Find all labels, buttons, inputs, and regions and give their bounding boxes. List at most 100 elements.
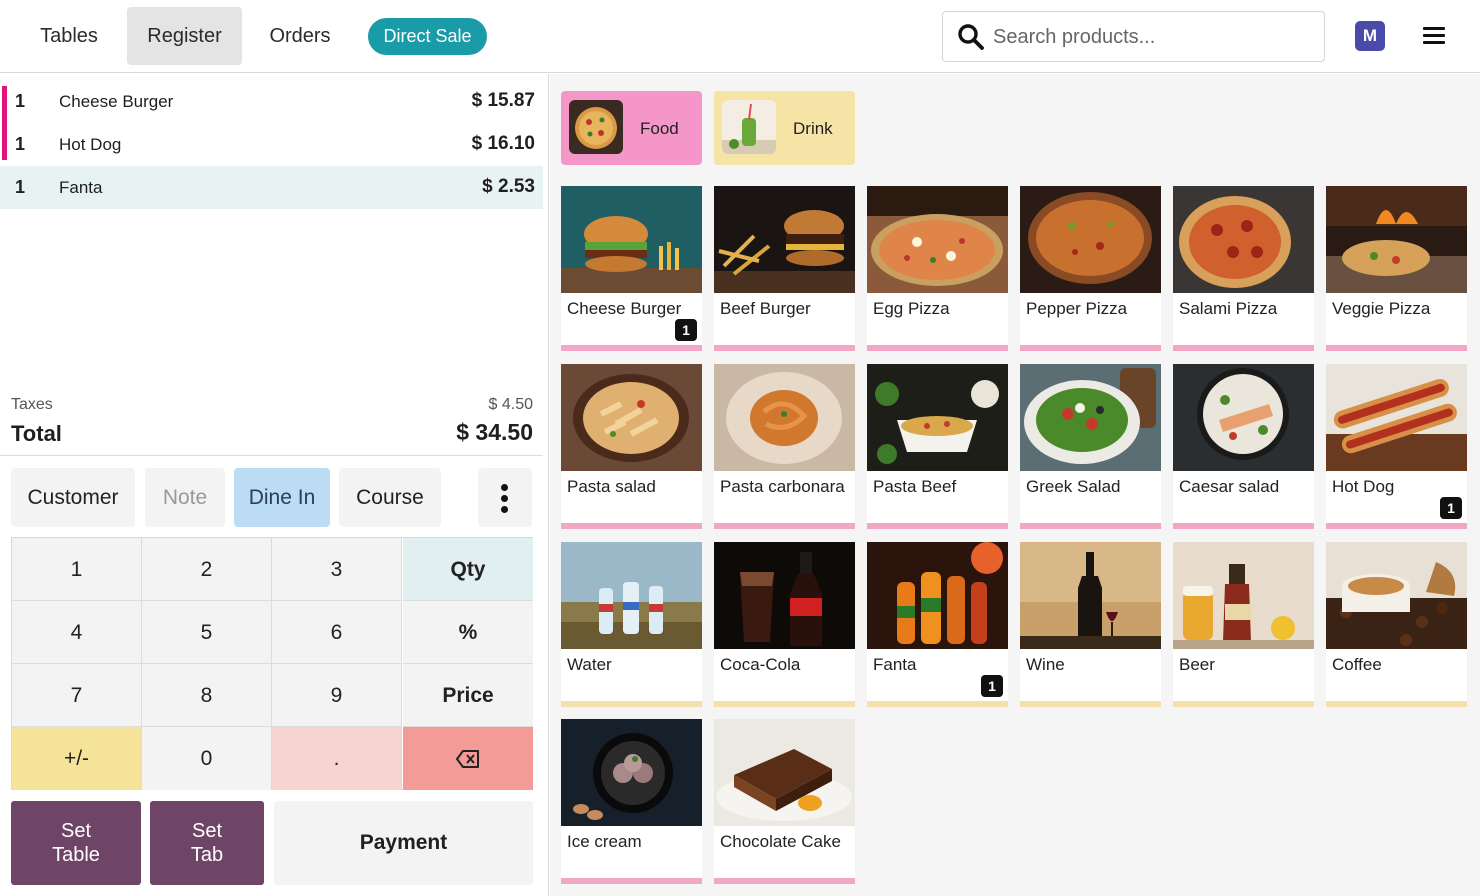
set-table-button[interactable]: Set Table [11, 801, 141, 885]
key-4[interactable]: 4 [12, 601, 142, 664]
key-2[interactable]: 2 [142, 538, 272, 601]
quantity-badge: 1 [675, 319, 697, 341]
product-card[interactable]: Salami Pizza [1173, 186, 1314, 351]
category-label: Food [640, 119, 679, 138]
key-9[interactable]: 9 [272, 664, 402, 727]
key-3[interactable]: 3 [272, 538, 402, 601]
search-box[interactable] [942, 11, 1325, 62]
dine-in-button[interactable]: Dine In [234, 468, 330, 527]
product-name: Beef Burger [720, 299, 811, 318]
taxes-value: $ 4.50 [488, 396, 533, 413]
course-button[interactable]: Course [339, 468, 441, 527]
decimal-key[interactable]: . [272, 727, 402, 790]
product-name: Egg Pizza [873, 299, 950, 318]
tab-tables[interactable]: Tables [26, 7, 112, 65]
order-line-qty: 1 [15, 134, 26, 154]
set-tab-label-2: Tab [190, 844, 224, 866]
product-card[interactable]: Beer [1173, 542, 1314, 707]
product-image [561, 719, 702, 826]
product-card[interactable]: Beef Burger [714, 186, 855, 351]
product-card[interactable]: Coca-Cola [714, 542, 855, 707]
product-card[interactable]: Cheese Burger 1 [561, 186, 702, 351]
backspace-button[interactable] [403, 727, 533, 790]
menu-icon[interactable] [1423, 27, 1445, 45]
order-line[interactable]: 1 Cheese Burger $ 15.87 [0, 80, 543, 123]
category-food[interactable]: Food [561, 91, 702, 165]
product-name: Caesar salad [1179, 477, 1280, 496]
key-1[interactable]: 1 [12, 538, 142, 601]
product-card[interactable]: Fanta 1 [867, 542, 1008, 707]
order-panel: 1 Cheese Burger $ 15.87 1 Hot Dog $ 16.1… [0, 74, 549, 896]
product-image [1173, 364, 1314, 471]
divider [0, 455, 543, 456]
product-name: Veggie Pizza [1332, 299, 1431, 318]
product-card[interactable]: Veggie Pizza [1326, 186, 1467, 351]
product-image [1326, 186, 1467, 293]
product-card[interactable]: Hot Dog 1 [1326, 364, 1467, 529]
product-image [1173, 542, 1314, 649]
product-image [1326, 542, 1467, 649]
product-image [561, 542, 702, 649]
key-6[interactable]: 6 [272, 601, 402, 664]
price-mode-button[interactable]: Price [403, 664, 533, 727]
product-card[interactable]: Pepper Pizza [1020, 186, 1161, 351]
key-5[interactable]: 5 [142, 601, 272, 664]
product-name: Salami Pizza [1179, 299, 1278, 318]
note-button[interactable]: Note [145, 468, 225, 527]
product-name: Cheese Burger [567, 299, 682, 318]
product-card[interactable]: Water [561, 542, 702, 707]
product-name: Pasta carbonara [720, 477, 845, 496]
product-name: Hot Dog [1332, 477, 1395, 496]
order-line-selected[interactable]: 1 Fanta $ 2.53 [0, 166, 543, 209]
product-image [714, 719, 855, 826]
user-avatar[interactable]: M [1355, 21, 1385, 51]
category-label: Drink [793, 119, 833, 138]
key-8[interactable]: 8 [142, 664, 272, 727]
order-line-name: Cheese Burger [59, 92, 174, 111]
quantity-badge: 1 [1440, 497, 1462, 519]
key-7[interactable]: 7 [12, 664, 142, 727]
taxes-label: Taxes [11, 396, 53, 413]
product-image [1326, 364, 1467, 471]
product-image [1020, 364, 1161, 471]
set-tab-button[interactable]: Set Tab [150, 801, 264, 885]
product-name: Coffee [1332, 655, 1382, 674]
category-drink[interactable]: Drink [714, 91, 855, 165]
order-line[interactable]: 1 Hot Dog $ 16.10 [0, 123, 543, 166]
search-input[interactable] [993, 20, 1313, 54]
product-image [714, 186, 855, 293]
sign-toggle-button[interactable]: +/- [12, 727, 142, 790]
direct-sale-button[interactable]: Direct Sale [368, 18, 487, 55]
product-card[interactable]: Pasta Beef [867, 364, 1008, 529]
product-image [1020, 542, 1161, 649]
search-icon [958, 24, 984, 50]
food-category-image [569, 100, 623, 154]
product-card[interactable]: Greek Salad [1020, 364, 1161, 529]
product-card[interactable]: Ice cream [561, 719, 702, 884]
order-line-name: Hot Dog [59, 135, 122, 154]
order-line-price: $ 15.87 [471, 90, 535, 111]
customer-button[interactable]: Customer [11, 468, 135, 527]
product-card[interactable]: Egg Pizza [867, 186, 1008, 351]
product-image [867, 364, 1008, 471]
percent-mode-button[interactable]: % [403, 601, 533, 664]
qty-mode-button[interactable]: Qty [403, 538, 533, 601]
product-card[interactable]: Pasta carbonara [714, 364, 855, 529]
more-options-icon[interactable] [478, 468, 532, 527]
key-0[interactable]: 0 [142, 727, 272, 790]
product-image [714, 364, 855, 471]
product-card[interactable]: Caesar salad [1173, 364, 1314, 529]
product-card[interactable]: Chocolate Cake [714, 719, 855, 884]
product-card[interactable]: Wine [1020, 542, 1161, 707]
product-card[interactable]: Coffee [1326, 542, 1467, 707]
total-label: Total [11, 421, 62, 446]
product-card[interactable]: Pasta salad [561, 364, 702, 529]
product-name: Beer [1179, 655, 1215, 674]
payment-button[interactable]: Payment [274, 801, 533, 885]
product-panel: Food Drink Cheese Burger 1 Beef Burger E… [550, 74, 1480, 896]
product-image [561, 186, 702, 293]
product-name: Pepper Pizza [1026, 299, 1128, 318]
total-value: $ 34.50 [456, 419, 533, 445]
tab-orders[interactable]: Orders [257, 7, 343, 65]
tab-register[interactable]: Register [127, 7, 242, 65]
